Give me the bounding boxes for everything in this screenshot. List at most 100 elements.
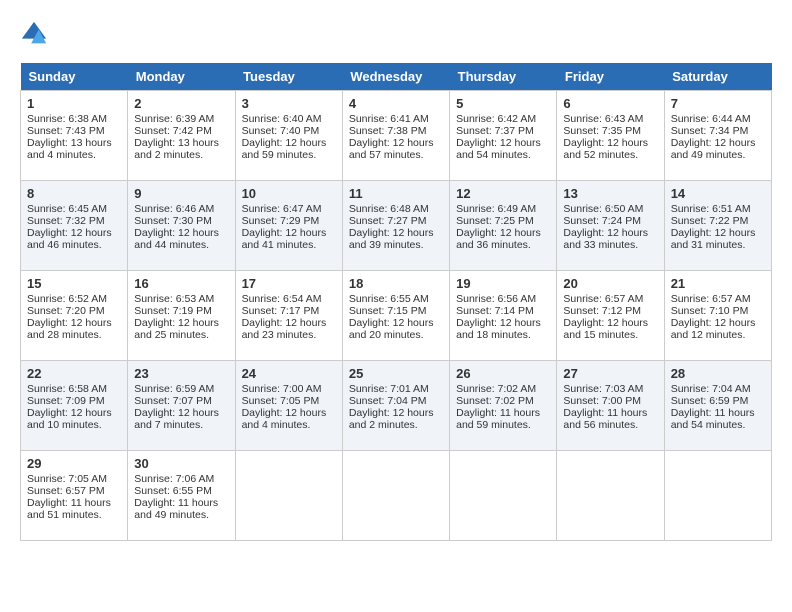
- daylight-text: Daylight: 11 hours and 49 minutes.: [134, 497, 218, 521]
- daylight-text: Daylight: 12 hours and 2 minutes.: [349, 407, 434, 431]
- calendar-week-1: 1 Sunrise: 6:38 AM Sunset: 7:43 PM Dayli…: [21, 91, 772, 181]
- day-number: 12: [456, 186, 550, 201]
- sunrise-text: Sunrise: 7:04 AM: [671, 383, 751, 395]
- calendar-body: 1 Sunrise: 6:38 AM Sunset: 7:43 PM Dayli…: [21, 91, 772, 541]
- sunrise-text: Sunrise: 6:57 AM: [671, 293, 751, 305]
- daylight-text: Daylight: 12 hours and 41 minutes.: [242, 227, 327, 251]
- logo-icon: [20, 20, 48, 48]
- day-header-wednesday: Wednesday: [342, 63, 449, 91]
- daylight-text: Daylight: 12 hours and 15 minutes.: [563, 317, 648, 341]
- sunrise-text: Sunrise: 6:49 AM: [456, 203, 536, 215]
- sunrise-text: Sunrise: 6:48 AM: [349, 203, 429, 215]
- sunset-text: Sunset: 6:55 PM: [134, 485, 212, 497]
- daylight-text: Daylight: 11 hours and 51 minutes.: [27, 497, 111, 521]
- sunrise-text: Sunrise: 6:59 AM: [134, 383, 214, 395]
- sunset-text: Sunset: 7:35 PM: [563, 125, 641, 137]
- sunset-text: Sunset: 6:59 PM: [671, 395, 749, 407]
- calendar-cell: 26 Sunrise: 7:02 AM Sunset: 7:02 PM Dayl…: [450, 361, 557, 451]
- calendar-cell: 24 Sunrise: 7:00 AM Sunset: 7:05 PM Dayl…: [235, 361, 342, 451]
- day-number: 23: [134, 366, 228, 381]
- calendar-cell: 22 Sunrise: 6:58 AM Sunset: 7:09 PM Dayl…: [21, 361, 128, 451]
- sunset-text: Sunset: 7:20 PM: [27, 305, 105, 317]
- sunrise-text: Sunrise: 6:52 AM: [27, 293, 107, 305]
- daylight-text: Daylight: 12 hours and 28 minutes.: [27, 317, 112, 341]
- calendar-cell: 18 Sunrise: 6:55 AM Sunset: 7:15 PM Dayl…: [342, 271, 449, 361]
- calendar-cell: 8 Sunrise: 6:45 AM Sunset: 7:32 PM Dayli…: [21, 181, 128, 271]
- calendar-cell: 20 Sunrise: 6:57 AM Sunset: 7:12 PM Dayl…: [557, 271, 664, 361]
- day-number: 16: [134, 276, 228, 291]
- day-header-monday: Monday: [128, 63, 235, 91]
- sunrise-text: Sunrise: 6:43 AM: [563, 113, 643, 125]
- daylight-text: Daylight: 12 hours and 4 minutes.: [242, 407, 327, 431]
- sunrise-text: Sunrise: 7:01 AM: [349, 383, 429, 395]
- sunrise-text: Sunrise: 6:38 AM: [27, 113, 107, 125]
- daylight-text: Daylight: 12 hours and 54 minutes.: [456, 137, 541, 161]
- calendar-cell: 3 Sunrise: 6:40 AM Sunset: 7:40 PM Dayli…: [235, 91, 342, 181]
- sunset-text: Sunset: 7:19 PM: [134, 305, 212, 317]
- sunset-text: Sunset: 7:12 PM: [563, 305, 641, 317]
- day-number: 6: [563, 96, 657, 111]
- sunrise-text: Sunrise: 6:51 AM: [671, 203, 751, 215]
- calendar-cell: 11 Sunrise: 6:48 AM Sunset: 7:27 PM Dayl…: [342, 181, 449, 271]
- sunrise-text: Sunrise: 6:40 AM: [242, 113, 322, 125]
- calendar-cell: 28 Sunrise: 7:04 AM Sunset: 6:59 PM Dayl…: [664, 361, 771, 451]
- sunrise-text: Sunrise: 6:54 AM: [242, 293, 322, 305]
- sunrise-text: Sunrise: 6:46 AM: [134, 203, 214, 215]
- calendar-cell: 9 Sunrise: 6:46 AM Sunset: 7:30 PM Dayli…: [128, 181, 235, 271]
- sunset-text: Sunset: 7:25 PM: [456, 215, 534, 227]
- logo: [20, 20, 50, 48]
- sunrise-text: Sunrise: 7:06 AM: [134, 473, 214, 485]
- day-header-tuesday: Tuesday: [235, 63, 342, 91]
- calendar-cell: [342, 451, 449, 541]
- calendar-cell: 25 Sunrise: 7:01 AM Sunset: 7:04 PM Dayl…: [342, 361, 449, 451]
- sunrise-text: Sunrise: 7:00 AM: [242, 383, 322, 395]
- calendar-week-3: 15 Sunrise: 6:52 AM Sunset: 7:20 PM Dayl…: [21, 271, 772, 361]
- daylight-text: Daylight: 11 hours and 59 minutes.: [456, 407, 540, 431]
- day-number: 10: [242, 186, 336, 201]
- daylight-text: Daylight: 12 hours and 7 minutes.: [134, 407, 219, 431]
- sunset-text: Sunset: 7:00 PM: [563, 395, 641, 407]
- sunset-text: Sunset: 7:10 PM: [671, 305, 749, 317]
- daylight-text: Daylight: 12 hours and 25 minutes.: [134, 317, 219, 341]
- day-number: 20: [563, 276, 657, 291]
- sunset-text: Sunset: 7:43 PM: [27, 125, 105, 137]
- sunset-text: Sunset: 7:40 PM: [242, 125, 320, 137]
- daylight-text: Daylight: 12 hours and 52 minutes.: [563, 137, 648, 161]
- daylight-text: Daylight: 12 hours and 36 minutes.: [456, 227, 541, 251]
- calendar-cell: 23 Sunrise: 6:59 AM Sunset: 7:07 PM Dayl…: [128, 361, 235, 451]
- sunset-text: Sunset: 7:17 PM: [242, 305, 320, 317]
- daylight-text: Daylight: 12 hours and 44 minutes.: [134, 227, 219, 251]
- day-number: 4: [349, 96, 443, 111]
- calendar-cell: 1 Sunrise: 6:38 AM Sunset: 7:43 PM Dayli…: [21, 91, 128, 181]
- calendar-cell: 29 Sunrise: 7:05 AM Sunset: 6:57 PM Dayl…: [21, 451, 128, 541]
- sunrise-text: Sunrise: 6:42 AM: [456, 113, 536, 125]
- day-header-thursday: Thursday: [450, 63, 557, 91]
- day-number: 26: [456, 366, 550, 381]
- day-number: 13: [563, 186, 657, 201]
- sunset-text: Sunset: 7:37 PM: [456, 125, 534, 137]
- daylight-text: Daylight: 12 hours and 12 minutes.: [671, 317, 756, 341]
- daylight-text: Daylight: 12 hours and 33 minutes.: [563, 227, 648, 251]
- sunset-text: Sunset: 7:07 PM: [134, 395, 212, 407]
- calendar-cell: 30 Sunrise: 7:06 AM Sunset: 6:55 PM Dayl…: [128, 451, 235, 541]
- calendar-cell: 15 Sunrise: 6:52 AM Sunset: 7:20 PM Dayl…: [21, 271, 128, 361]
- sunrise-text: Sunrise: 6:39 AM: [134, 113, 214, 125]
- sunset-text: Sunset: 7:02 PM: [456, 395, 534, 407]
- sunrise-text: Sunrise: 6:44 AM: [671, 113, 751, 125]
- sunset-text: Sunset: 7:24 PM: [563, 215, 641, 227]
- sunset-text: Sunset: 7:04 PM: [349, 395, 427, 407]
- daylight-text: Daylight: 13 hours and 4 minutes.: [27, 137, 112, 161]
- day-number: 1: [27, 96, 121, 111]
- day-number: 19: [456, 276, 550, 291]
- day-number: 24: [242, 366, 336, 381]
- daylight-text: Daylight: 12 hours and 59 minutes.: [242, 137, 327, 161]
- day-header-saturday: Saturday: [664, 63, 771, 91]
- sunrise-text: Sunrise: 6:57 AM: [563, 293, 643, 305]
- calendar-cell: 21 Sunrise: 6:57 AM Sunset: 7:10 PM Dayl…: [664, 271, 771, 361]
- daylight-text: Daylight: 12 hours and 46 minutes.: [27, 227, 112, 251]
- sunrise-text: Sunrise: 7:02 AM: [456, 383, 536, 395]
- sunrise-text: Sunrise: 6:56 AM: [456, 293, 536, 305]
- daylight-text: Daylight: 13 hours and 2 minutes.: [134, 137, 219, 161]
- daylight-text: Daylight: 12 hours and 23 minutes.: [242, 317, 327, 341]
- day-number: 5: [456, 96, 550, 111]
